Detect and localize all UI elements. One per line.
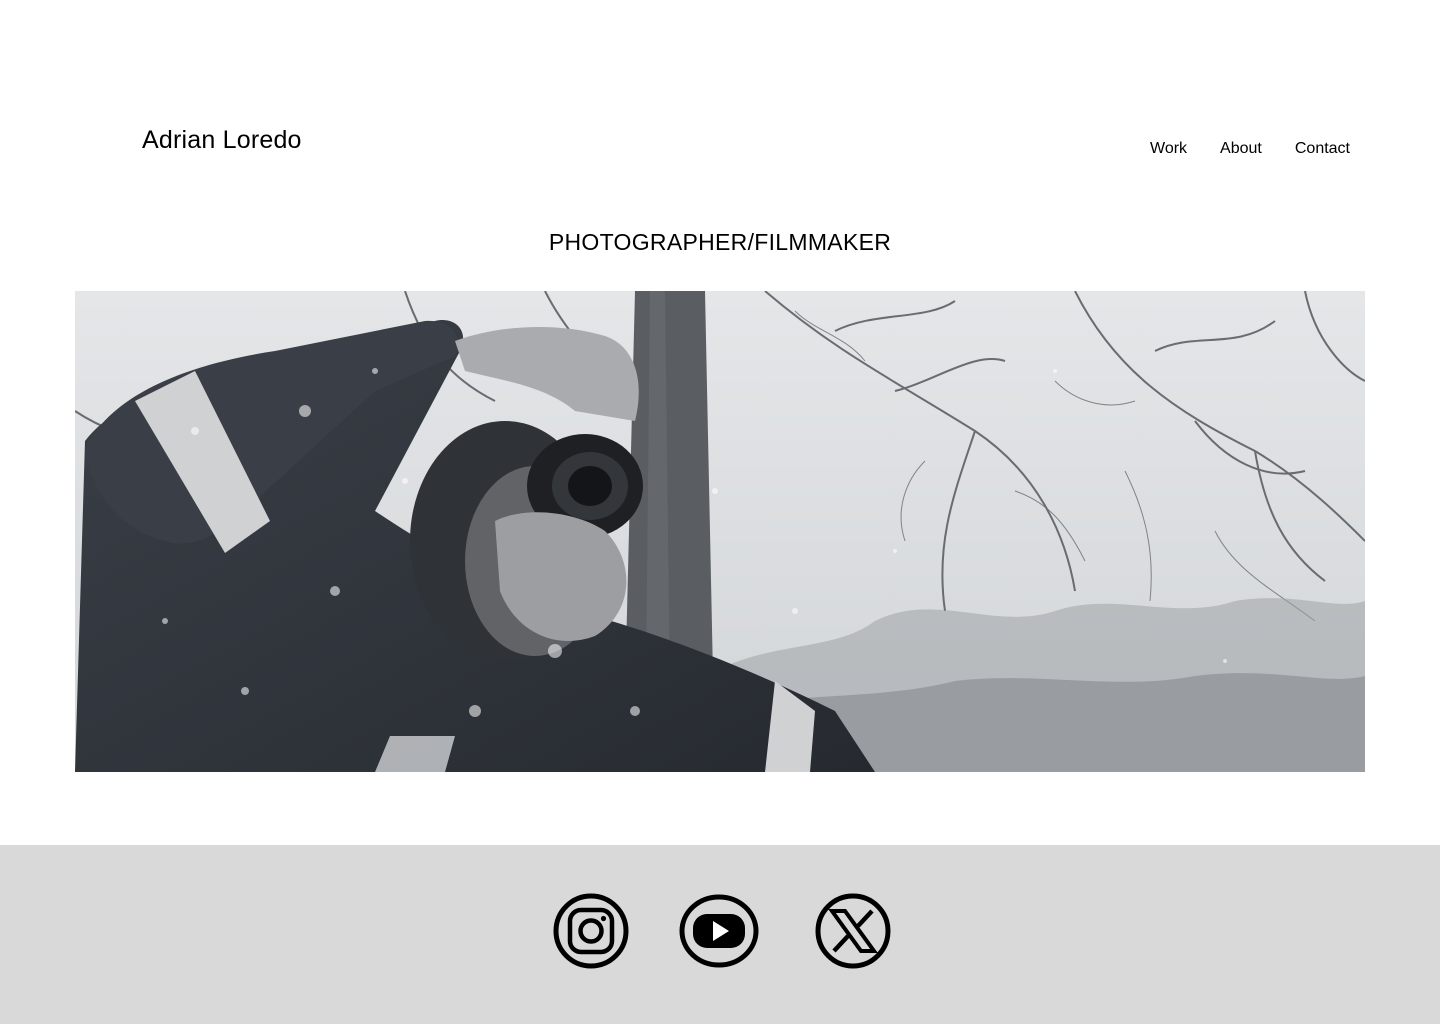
- main-nav: Work About Contact: [1150, 140, 1350, 158]
- instagram-icon[interactable]: [551, 893, 631, 969]
- footer: [0, 845, 1440, 1024]
- page: Adrian Loredo Work About Contact PHOTOGR…: [0, 0, 1440, 1024]
- x-icon[interactable]: [813, 893, 893, 969]
- nav-link-about[interactable]: About: [1220, 140, 1262, 158]
- nav-link-work[interactable]: Work: [1150, 140, 1187, 158]
- tagline: PHOTOGRAPHER/FILMMAKER: [548, 229, 892, 255]
- hero-image: [75, 291, 1365, 772]
- nav-link-contact[interactable]: Contact: [1295, 140, 1350, 158]
- site-title[interactable]: Adrian Loredo: [142, 126, 302, 155]
- youtube-icon[interactable]: [679, 893, 759, 969]
